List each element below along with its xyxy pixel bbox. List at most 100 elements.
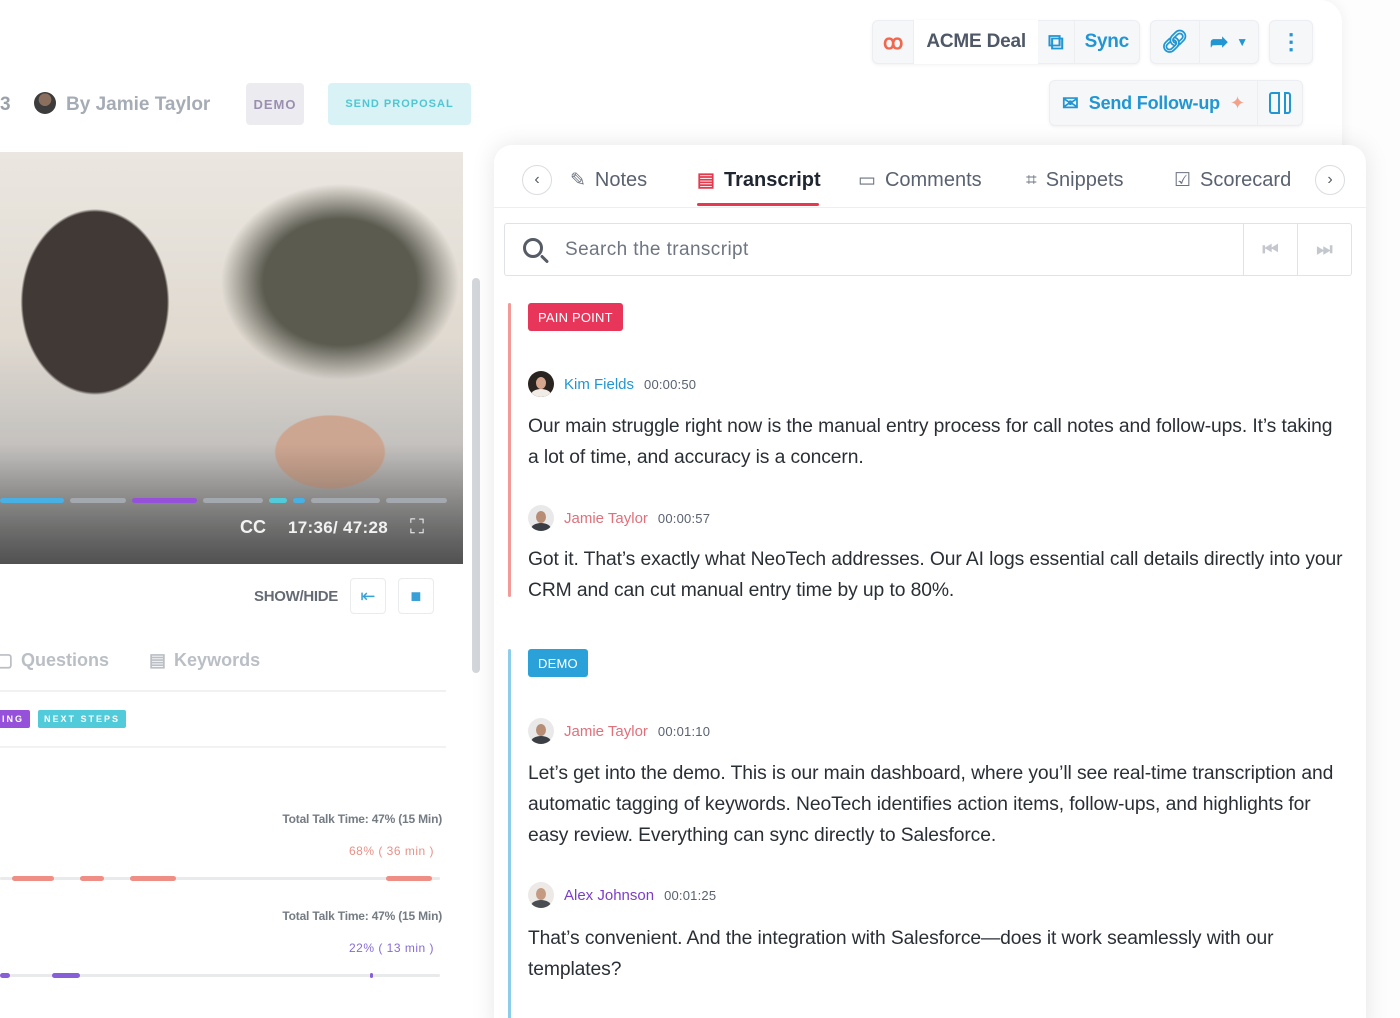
toggle-video-button[interactable]: ■ <box>397 578 434 614</box>
more-options-button[interactable]: ⋮ <box>1270 20 1312 64</box>
crm-deal-name[interactable]: ACME Deal <box>914 20 1038 64</box>
crm-deal-group: ꚙ ACME Deal ⧉ Sync <box>872 20 1140 64</box>
chevron-left-icon: ‹ <box>534 171 540 188</box>
progress-segment[interactable] <box>0 498 65 503</box>
comment-icon: ▭ <box>858 170 876 191</box>
meeting-tag-demo[interactable]: DEMO <box>246 83 304 125</box>
tab-questions-label: Questions <box>21 650 110 670</box>
talk-time-track <box>0 876 440 881</box>
meeting-number-fragment: 3 <box>0 94 11 115</box>
skip-previous-icon: ⏮︎ <box>1262 239 1279 259</box>
avatar <box>528 718 554 744</box>
tab-transcript[interactable]: ▤ Transcript <box>697 169 821 192</box>
transcript-section-pain-point: PAIN POINT Kim Fields 00:00:50 Our main … <box>508 303 1358 603</box>
progress-segment[interactable] <box>70 498 127 503</box>
tab-comments[interactable]: ▭ Comments <box>858 169 982 192</box>
transcript-section-demo: DEMO Jamie Taylor 00:01:10 Let’s get int… <box>508 649 1358 1018</box>
tab-keywords[interactable]: ▤ Keywords <box>149 650 260 671</box>
host-label: By Jamie Taylor <box>66 94 211 115</box>
speaker-share: 22% ( 13 min ) <box>348 941 434 955</box>
speaker-name[interactable]: Jamie Taylor <box>564 510 648 527</box>
show-hide-label: SHOW/HIDE <box>254 587 338 605</box>
tab-notes[interactable]: ✎ Notes <box>570 169 647 192</box>
timestamp[interactable]: 00:01:25 <box>664 888 716 903</box>
speaker-name[interactable]: Alex Johnson <box>564 887 654 904</box>
video-overlay <box>0 444 463 564</box>
video-progress-bar[interactable] <box>0 498 447 503</box>
utterance-text: Let’s get into the demo. This is our mai… <box>528 763 1334 846</box>
utterance-text: That’s convenient. And the integration w… <box>528 928 1274 980</box>
next-match-button[interactable]: ⏭︎ <box>1297 224 1351 275</box>
left-tag-next-steps[interactable]: NEXT STEPS <box>38 710 127 728</box>
tabs-scroll-right-button[interactable]: › <box>1315 165 1345 195</box>
speaker-row: Kim Fields 00:00:50 <box>528 371 696 397</box>
sync-button[interactable]: Sync <box>1075 20 1139 64</box>
timestamp[interactable]: 00:00:50 <box>644 377 696 392</box>
crop-icon: ⌗ <box>1026 169 1037 191</box>
talk-segment <box>130 876 176 881</box>
talk-time-track <box>0 973 440 978</box>
timestamp[interactable]: 00:00:57 <box>658 511 710 526</box>
hubspot-button[interactable]: ꚙ <box>873 20 915 64</box>
tab-snippets-label: Snippets <box>1045 169 1124 191</box>
tab-scorecard[interactable]: ☑ Scorecard <box>1174 169 1291 192</box>
search-input[interactable] <box>565 238 1243 261</box>
talk-segment <box>386 876 432 881</box>
video-camera-icon: ■ <box>410 585 422 606</box>
talk-time-label: Total Talk Time: 47% (15 Min) <box>282 812 442 826</box>
transcript-icon: ▤ <box>697 170 715 191</box>
closed-captions-button[interactable]: CC <box>240 517 266 538</box>
speaker-row: Jamie Taylor 00:01:10 <box>528 718 710 744</box>
chevron-right-icon: › <box>1327 171 1333 188</box>
top-toolbar: ꚙ ACME Deal ⧉ Sync 🔗︎ ➦ ▼ ⋮ <box>872 20 1314 64</box>
progress-segment[interactable] <box>386 498 447 503</box>
progress-segment[interactable] <box>132 498 197 503</box>
section-tag[interactable]: PAIN POINT <box>528 303 623 331</box>
envelope-icon: ✉ <box>1062 92 1079 115</box>
share-button[interactable]: ➦ ▼ <box>1200 20 1258 64</box>
chevron-down-icon: ▼ <box>1236 35 1249 49</box>
more-group: ⋮ <box>1269 20 1314 64</box>
progress-segment[interactable] <box>269 498 287 503</box>
progress-segment[interactable] <box>311 498 381 503</box>
tab-questions[interactable]: ▢ Questions <box>0 650 109 671</box>
speaker-name[interactable]: Kim Fields <box>564 376 634 393</box>
hubspot-icon: ꚙ <box>883 31 904 54</box>
tabs-scroll-left-button[interactable]: ‹ <box>522 165 552 195</box>
progress-segment[interactable] <box>292 498 306 503</box>
copy-link-button[interactable]: 🔗︎ <box>1151 20 1200 64</box>
talk-segment <box>12 876 54 881</box>
video-time: 17:36/ 47:28 <box>288 517 389 537</box>
video-player[interactable]: CC 17:36/ 47:28 ⛶ <box>0 152 463 564</box>
tab-snippets[interactable]: ⌗ Snippets <box>1026 169 1124 192</box>
utterance-text: Got it. That’s exactly what NeoTech addr… <box>528 549 1343 601</box>
sparkle-icon: ✦ <box>1229 92 1246 113</box>
tab-scorecard-label: Scorecard <box>1200 169 1292 191</box>
utterance-text: Our main struggle right now is the manua… <box>528 416 1333 468</box>
sync-label: Sync <box>1084 31 1130 52</box>
timestamp[interactable]: 00:01:10 <box>658 724 710 739</box>
toggle-transcript-button[interactable]: ⇤ <box>349 578 386 614</box>
talk-segment <box>0 973 10 978</box>
section-marker <box>508 303 511 597</box>
follow-up-group: ✉ Send Follow-up ✦ <box>1049 80 1304 126</box>
speaker-name[interactable]: Jamie Taylor <box>564 723 648 740</box>
search-icon <box>505 224 565 275</box>
left-tag-ing[interactable]: ING <box>0 710 31 728</box>
share-group: 🔗︎ ➦ ▼ <box>1149 20 1260 64</box>
talk-segment <box>370 973 373 978</box>
notes-icon: ✎ <box>570 170 586 191</box>
previous-match-button[interactable]: ⏮︎ <box>1243 224 1297 275</box>
keywords-icon: ▤ <box>149 650 167 670</box>
send-follow-up-button[interactable]: ✉ Send Follow-up ✦ <box>1050 81 1259 125</box>
fullscreen-icon[interactable]: ⛶ <box>410 516 424 539</box>
left-scrollbar[interactable] <box>472 278 480 673</box>
section-tag[interactable]: DEMO <box>528 649 588 677</box>
host-avatar <box>34 92 56 114</box>
open-external-button[interactable]: ⧉ <box>1038 20 1075 64</box>
panel-layout-toggle[interactable] <box>1258 81 1302 125</box>
avatar <box>528 371 554 397</box>
meeting-tag-send-proposal[interactable]: SEND PROPOSAL <box>328 83 471 125</box>
progress-segment[interactable] <box>202 498 264 503</box>
external-link-icon: ⧉ <box>1047 29 1064 54</box>
